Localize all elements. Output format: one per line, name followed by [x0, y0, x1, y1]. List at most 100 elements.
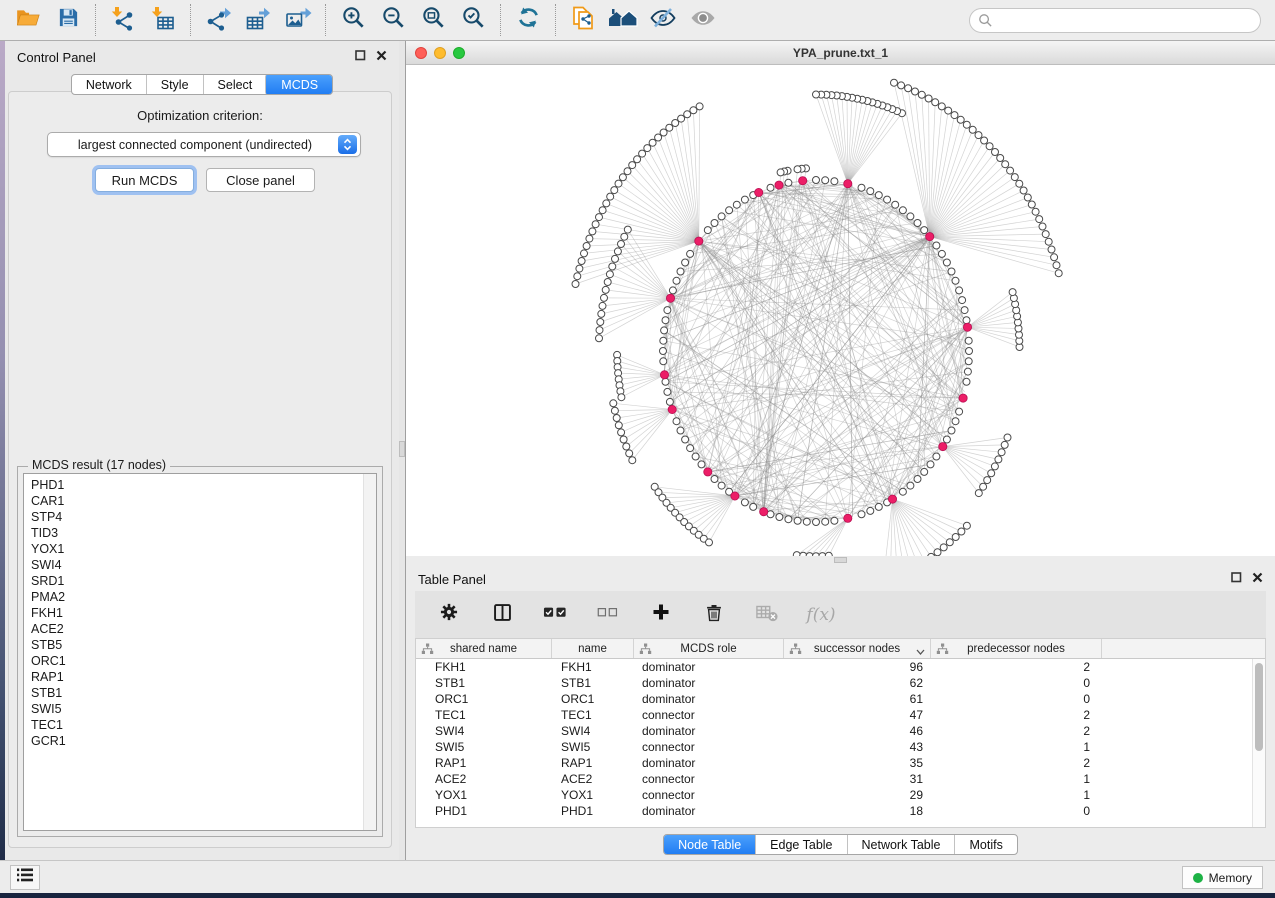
- mcds-result-item[interactable]: STB5: [31, 637, 376, 653]
- task-history-button[interactable]: [10, 865, 40, 890]
- clone-network-button[interactable]: [565, 2, 601, 38]
- table-row[interactable]: SWI4SWI4dominator462: [416, 723, 1265, 739]
- show-all-button[interactable]: [685, 2, 721, 38]
- column-header-MCDS-role[interactable]: MCDS role: [634, 639, 784, 658]
- save-session-button[interactable]: [50, 2, 86, 38]
- mcds-result-item[interactable]: STP4: [31, 509, 376, 525]
- import-table-button[interactable]: [145, 2, 181, 38]
- result-list-scrollbar[interactable]: [363, 474, 376, 830]
- vertical-splitter[interactable]: [399, 41, 406, 860]
- delete-column-button[interactable]: [696, 597, 732, 633]
- criterion-select[interactable]: largest connected component (undirected): [47, 132, 361, 157]
- table-scrollbar-thumb[interactable]: [1255, 663, 1263, 751]
- memory-button[interactable]: Memory: [1182, 866, 1263, 889]
- close-panel-icon[interactable]: [1252, 570, 1263, 588]
- table-row[interactable]: PHD1PHD1dominator180: [416, 803, 1265, 819]
- tab-select[interactable]: Select: [203, 75, 267, 94]
- table-row[interactable]: SWI5SWI5connector431: [416, 739, 1265, 755]
- float-panel-icon[interactable]: [1231, 570, 1242, 588]
- table-row[interactable]: FKH1FKH1dominator962: [416, 659, 1265, 675]
- mcds-result-item[interactable]: PHD1: [31, 477, 376, 493]
- table-cell: STB1: [552, 675, 634, 691]
- table-cell: 31: [784, 771, 931, 787]
- tab-network-table[interactable]: Network Table: [847, 835, 955, 854]
- table-settings-button[interactable]: [431, 597, 467, 633]
- table-row[interactable]: ACE2ACE2connector311: [416, 771, 1265, 787]
- zoom-fit-button[interactable]: [415, 2, 451, 38]
- select-all-columns-button[interactable]: [537, 597, 573, 633]
- tab-mcds[interactable]: MCDS: [265, 74, 333, 95]
- table-row[interactable]: RAP1RAP1dominator352: [416, 755, 1265, 771]
- splitter-handle[interactable]: [834, 557, 847, 563]
- column-header-name[interactable]: name: [552, 639, 634, 658]
- mcds-result-item[interactable]: TID3: [31, 525, 376, 541]
- zoom-out-button[interactable]: [375, 2, 411, 38]
- first-neighbors-button[interactable]: [605, 2, 641, 38]
- tab-node-table[interactable]: Node Table: [663, 834, 756, 855]
- zoom-selected-button[interactable]: [455, 2, 491, 38]
- table-cell: 96: [784, 659, 931, 675]
- control-panel-tabs: NetworkStyleSelectMCDS: [71, 74, 333, 95]
- mcds-result-group: MCDS result (17 nodes) PHD1CAR1STP4TID3Y…: [17, 466, 383, 837]
- tab-network[interactable]: Network: [72, 75, 146, 94]
- window-minimize-button[interactable]: [434, 47, 446, 59]
- import-network-button[interactable]: [105, 2, 141, 38]
- window-maximize-button[interactable]: [453, 47, 465, 59]
- table-scrollbar[interactable]: [1252, 659, 1265, 827]
- column-header-successor-nodes[interactable]: successor nodes: [784, 639, 931, 658]
- function-builder-button[interactable]: f(x): [802, 597, 838, 633]
- mcds-result-item[interactable]: SRD1: [31, 573, 376, 589]
- run-mcds-button[interactable]: Run MCDS: [95, 168, 194, 192]
- horizontal-splitter[interactable]: [406, 556, 1275, 565]
- toolbar-separator: [325, 4, 326, 36]
- mcds-result-item[interactable]: FKH1: [31, 605, 376, 621]
- table-row[interactable]: STB1STB1dominator620: [416, 675, 1265, 691]
- table-panel: Table Panel f(x) shared namenameMCDS rol…: [406, 565, 1275, 860]
- mcds-result-item[interactable]: ORC1: [31, 653, 376, 669]
- mcds-result-item[interactable]: STB1: [31, 685, 376, 701]
- window-close-button[interactable]: [415, 47, 427, 59]
- checked-boxes-icon: [543, 603, 568, 626]
- mcds-result-item[interactable]: TEC1: [31, 717, 376, 733]
- create-column-button[interactable]: [643, 597, 679, 633]
- float-panel-icon[interactable]: [355, 48, 366, 66]
- column-header-predecessor-nodes[interactable]: predecessor nodes: [931, 639, 1102, 658]
- search-input[interactable]: [969, 8, 1261, 33]
- table-cell: SWI4: [416, 723, 552, 739]
- close-panel-button[interactable]: Close panel: [206, 168, 315, 192]
- close-panel-icon[interactable]: [376, 48, 387, 66]
- export-table-button[interactable]: [240, 2, 276, 38]
- table-cell: 0: [931, 675, 1102, 691]
- mcds-result-item[interactable]: SWI5: [31, 701, 376, 717]
- mcds-result-item[interactable]: GCR1: [31, 733, 376, 749]
- mcds-result-item[interactable]: YOX1: [31, 541, 376, 557]
- tab-motifs[interactable]: Motifs: [954, 835, 1016, 854]
- mcds-result-item[interactable]: SWI4: [31, 557, 376, 573]
- mcds-result-item[interactable]: PMA2: [31, 589, 376, 605]
- tab-style[interactable]: Style: [146, 75, 203, 94]
- table-row[interactable]: TEC1TEC1connector472: [416, 707, 1265, 723]
- main-toolbar: [0, 0, 1275, 41]
- deselect-all-columns-button[interactable]: [590, 597, 626, 633]
- apply-style-button[interactable]: [510, 2, 546, 38]
- export-network-button[interactable]: [200, 2, 236, 38]
- table-cell: dominator: [634, 691, 784, 707]
- show-columns-button[interactable]: [484, 597, 520, 633]
- table-row[interactable]: YOX1YOX1connector291: [416, 787, 1265, 803]
- list-icon: [15, 866, 35, 889]
- table-row[interactable]: ORC1ORC1dominator610: [416, 691, 1265, 707]
- export-image-button[interactable]: [280, 2, 316, 38]
- tab-edge-table[interactable]: Edge Table: [755, 835, 846, 854]
- mcds-result-item[interactable]: ACE2: [31, 621, 376, 637]
- table-cell: STB1: [416, 675, 552, 691]
- hide-selected-button[interactable]: [645, 2, 681, 38]
- column-header-shared-name[interactable]: shared name: [416, 639, 552, 658]
- delete-table-button[interactable]: [749, 597, 785, 633]
- open-file-button[interactable]: [10, 2, 46, 38]
- zoom-in-button[interactable]: [335, 2, 371, 38]
- mcds-result-item[interactable]: RAP1: [31, 669, 376, 685]
- mcds-result-item[interactable]: CAR1: [31, 493, 376, 509]
- network-graph[interactable]: [406, 65, 1275, 556]
- network-canvas[interactable]: [406, 65, 1275, 556]
- splitter-handle[interactable]: [399, 441, 405, 457]
